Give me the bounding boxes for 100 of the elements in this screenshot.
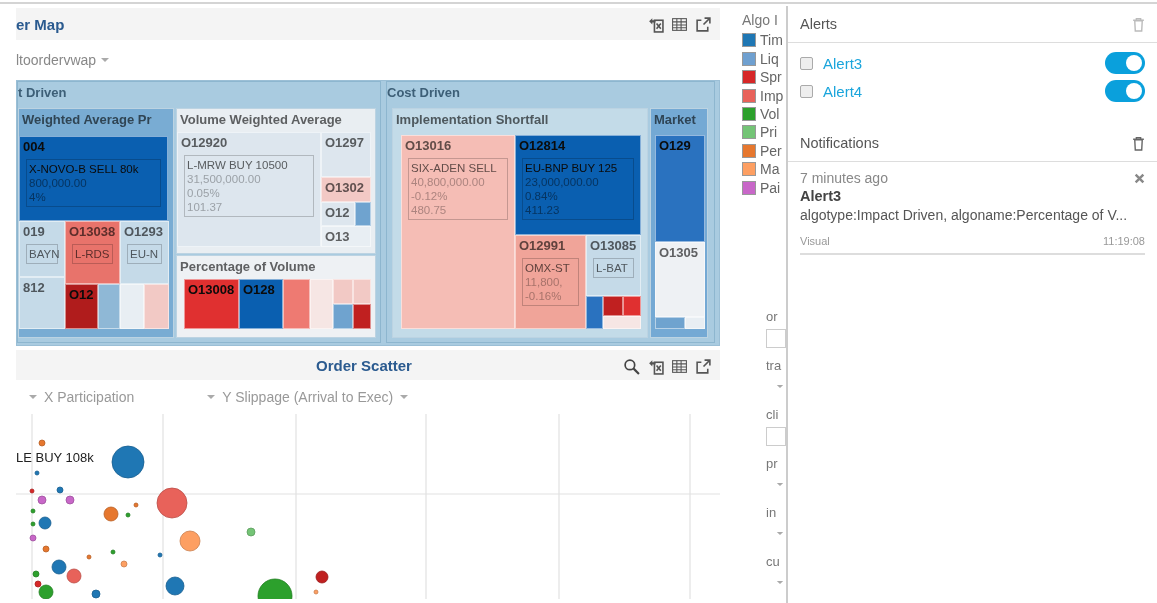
treemap-tile[interactable]: O129 [655,135,705,242]
axis-selector[interactable]: X Participation [44,389,135,405]
treemap-tile[interactable] [603,296,623,316]
treemap-tile[interactable] [353,279,371,304]
treemap-tile[interactable] [623,296,641,316]
bubble[interactable] [38,584,54,599]
caret-icon[interactable] [206,394,217,400]
order-detail: X-NOVO-B SELL 80k [29,162,140,176]
treemap-tile[interactable]: O1293 EU-N [120,221,169,284]
input-field[interactable] [766,426,786,446]
treemap-tile[interactable]: O13016 SIX-ADEN SELL 40,800,000.00 -0.12% 480.75 [401,135,515,329]
toggle-switch[interactable] [1105,80,1145,102]
order-detail: 23,000,000.00 [525,175,600,189]
checkbox[interactable] [800,84,813,98]
treemap-tile[interactable]: O12920 L-MRW BUY 10500 31,500,000.00 0.05% 101.37 [177,132,321,247]
order-detail: L-BAT [596,261,629,275]
treemap-tile[interactable] [586,296,603,329]
alert-link[interactable]: Alert4 [823,82,1105,100]
treemap-tile[interactable]: O1302 [321,177,371,202]
group-title: t Driven [18,85,67,100]
treemap-tile[interactable] [353,304,371,329]
treemap-tile[interactable]: O1305 [655,242,705,317]
caret-icon[interactable] [100,57,111,63]
alert-link[interactable]: Alert3 [823,54,1105,72]
tile-label: 019 [23,224,45,239]
treemap-tile[interactable] [283,279,310,329]
treemap-tile[interactable]: O1297 [321,132,371,177]
input-field[interactable] [766,328,786,348]
table-icon[interactable] [671,15,688,33]
bubble[interactable] [156,487,188,519]
order-detail: 40,800,000.00 [411,175,486,189]
treemap-tile[interactable] [603,316,641,329]
bubble[interactable] [51,559,67,575]
search-icon[interactable] [623,358,640,375]
treemap-tile[interactable]: O13008 [184,279,239,329]
filter-label: pr [766,455,779,473]
caret-icon[interactable] [776,383,784,389]
treemap-tile[interactable]: 004 X-NOVO-B SELL 80k 800,000.00 4% [19,136,168,221]
order-detail: 11,800, [525,275,564,289]
treemap-tile[interactable]: O13085 L-BAT [586,235,641,296]
bubble[interactable] [165,576,185,596]
popout-icon[interactable] [695,15,712,33]
caret-icon[interactable] [776,579,784,585]
checkbox[interactable] [800,56,813,70]
treemap-tile[interactable]: 812 [19,277,65,329]
toggle-switch[interactable] [1105,52,1145,74]
treemap-tile[interactable]: O12 [321,202,355,226]
bubble[interactable] [30,521,36,527]
treemap-tile[interactable]: O12991 OMX-ST 11,800, -0.16% [515,235,586,329]
treemap-tile[interactable]: O13 [321,226,371,247]
order-detail: 800,000.00 [29,176,88,190]
close-icon[interactable] [1134,172,1145,184]
tile-label: O1302 [325,180,365,195]
order-detail: L-MRW BUY 10500 [187,158,289,172]
bubble[interactable] [38,439,46,447]
tile-label: O13016 [405,138,452,153]
treemap-tile[interactable]: O12 [65,284,98,329]
bubble[interactable] [38,516,52,530]
tile-label: O1305 [659,245,699,260]
treemap-tile[interactable] [333,279,353,304]
treemap-tile[interactable]: O128 [239,279,283,329]
filter-label: cu [766,553,781,571]
caret-icon[interactable] [28,394,38,400]
bubble[interactable] [86,554,92,560]
table-icon[interactable] [671,358,688,375]
section-title: Notifications [800,135,879,151]
treemap-tile[interactable] [120,284,144,329]
bubble[interactable] [111,445,145,479]
bubble[interactable] [66,568,82,584]
bubble[interactable] [91,589,101,599]
caret-icon[interactable] [776,530,784,536]
treemap-tile[interactable]: O12814 EU-BNP BUY 125 23,000,000.00 0.84% 411.23 [515,135,641,235]
export-spreadsheet-icon[interactable] [647,358,664,375]
trash-icon[interactable] [1132,135,1145,151]
tile-label: O13 [325,229,350,244]
legend-label: Pri [760,124,778,141]
tile-label: O129 [659,138,691,153]
order-detail: EU-BNP BUY 125 [525,161,619,175]
caret-icon[interactable] [399,394,410,400]
treemap-tile[interactable]: O13038 L-RDS [65,221,120,284]
bubble[interactable] [34,470,40,476]
treemap-tile[interactable]: 019 BAYN [19,221,65,277]
treemap-tile[interactable] [355,202,371,226]
legend-label: Spr [760,69,782,86]
caret-icon[interactable] [776,481,784,487]
bubble[interactable] [257,578,293,599]
treemap-tile[interactable] [685,317,705,329]
bubble[interactable] [157,552,163,558]
order-detail: OMX-ST [525,261,571,275]
treemap-tile[interactable] [144,284,169,329]
treemap-tile[interactable] [98,284,120,329]
treemap-tile[interactable] [333,304,353,329]
bubble[interactable] [246,527,256,537]
bubble[interactable] [103,506,119,522]
axis-selector[interactable]: Y Slippage (Arrival to Exec) [222,389,394,405]
treemap-tile[interactable] [310,279,333,329]
popout-icon[interactable] [695,358,712,375]
dropdown-value[interactable]: ltoordervwap [16,52,97,68]
treemap-tile[interactable] [655,317,685,329]
bubble[interactable] [315,570,329,584]
